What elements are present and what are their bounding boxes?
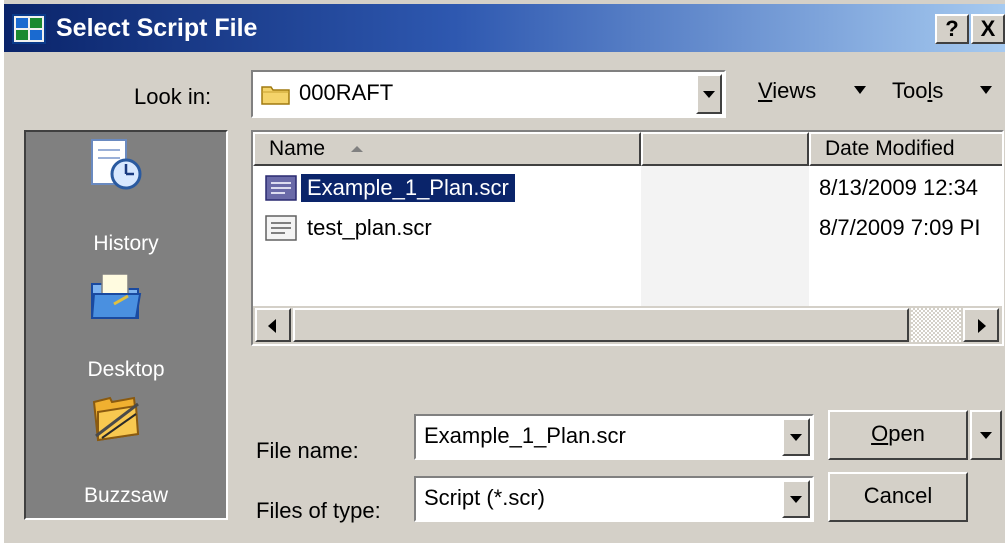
sort-ascending-icon xyxy=(351,146,363,152)
places-item-buzzsaw[interactable]: Buzzsaw xyxy=(26,484,226,508)
help-button[interactable]: ? xyxy=(935,14,969,44)
help-icon: ? xyxy=(945,16,959,41)
chevron-down-icon xyxy=(703,91,715,98)
arrow-left-icon xyxy=(268,319,276,333)
scrollbar-track[interactable] xyxy=(911,308,961,342)
tools-label-prefix: Too xyxy=(892,78,928,103)
file-name-value: Example_1_Plan.scr xyxy=(424,423,626,448)
places-item-history[interactable]: History xyxy=(26,232,226,256)
open-label: pen xyxy=(888,421,925,446)
file-name-combo[interactable]: Example_1_Plan.scr xyxy=(414,414,814,460)
script-file-icon xyxy=(265,215,297,241)
close-button[interactable]: X xyxy=(971,14,1005,44)
scroll-right-button[interactable] xyxy=(963,308,999,342)
column-header-date-modified[interactable]: Date Modified xyxy=(809,132,1002,166)
close-icon: X xyxy=(980,16,996,41)
file-name: Example_1_Plan.scr xyxy=(301,174,515,202)
scroll-left-button[interactable] xyxy=(255,308,291,342)
look-in-label: Look in: xyxy=(134,84,212,109)
views-dropdown-icon[interactable] xyxy=(854,86,866,94)
open-label-mnemonic: O xyxy=(871,421,889,446)
open-options-dropdown-button[interactable] xyxy=(970,410,1002,460)
open-button[interactable]: Open xyxy=(828,410,968,460)
list-header: Name Date Modified xyxy=(253,132,1002,166)
views-label: iews xyxy=(772,78,817,103)
list-item[interactable]: test_plan.scr 8/7/2009 7:09 PI xyxy=(253,210,1002,244)
column-header-name[interactable]: Name xyxy=(253,132,641,166)
column-header-blank[interactable] xyxy=(641,132,809,166)
select-script-file-dialog: Select Script File ? X Look in: 000RAFT … xyxy=(4,0,1005,543)
window-title: Select Script File xyxy=(56,14,258,42)
folder-icon xyxy=(261,86,290,105)
title-bar[interactable]: Select Script File ? X xyxy=(4,4,1005,52)
window: Select Script File ? X Look in: 000RAFT … xyxy=(0,0,1005,543)
tools-label-suffix: s xyxy=(932,78,944,103)
file-date: 8/13/2009 12:34 xyxy=(819,175,979,200)
tools-menu[interactable]: Tools xyxy=(892,78,943,104)
column-header-name-label: Name xyxy=(269,137,326,160)
views-menu[interactable]: Views xyxy=(758,78,816,104)
column-header-date-label: Date Modified xyxy=(825,137,955,160)
file-name-dropdown-button[interactable] xyxy=(782,418,810,456)
look-in-value: 000RAFT xyxy=(299,80,394,105)
chevron-down-icon xyxy=(790,434,802,441)
scrollbar-thumb[interactable] xyxy=(293,308,909,342)
file-type-combo[interactable]: Script (*.scr) xyxy=(414,476,814,522)
file-name: test_plan.scr xyxy=(307,215,432,240)
file-type-value: Script (*.scr) xyxy=(424,485,545,510)
file-type-label: Files of type: xyxy=(256,498,381,523)
places-bar: History Desktop Buzzsaw xyxy=(24,130,228,520)
horizontal-scrollbar[interactable] xyxy=(253,306,1002,344)
places-item-desktop[interactable]: Desktop xyxy=(26,358,226,382)
look-in-combo[interactable]: 000RAFT xyxy=(251,70,726,118)
file-date: 8/7/2009 7:09 PI xyxy=(819,215,981,240)
views-label-mnemonic: V xyxy=(758,78,773,103)
buzzsaw-icon[interactable] xyxy=(88,390,144,444)
look-in-dropdown-button[interactable] xyxy=(696,74,722,114)
tools-dropdown-icon[interactable] xyxy=(980,86,992,94)
chevron-down-icon xyxy=(790,496,802,503)
autocad-app-icon xyxy=(12,14,46,44)
script-file-icon xyxy=(265,175,297,201)
file-list[interactable]: Name Date Modified Example_1_Plan.scr 8/… xyxy=(251,130,1004,346)
history-icon[interactable] xyxy=(88,138,144,192)
arrow-right-icon xyxy=(978,319,986,333)
desktop-icon[interactable] xyxy=(88,270,144,324)
file-name-label: File name: xyxy=(256,438,359,463)
chevron-down-icon xyxy=(980,432,992,439)
cancel-button[interactable]: Cancel xyxy=(828,472,968,522)
list-item[interactable]: Example_1_Plan.scr 8/13/2009 12:34 xyxy=(253,170,1002,204)
file-type-dropdown-button[interactable] xyxy=(782,480,810,518)
